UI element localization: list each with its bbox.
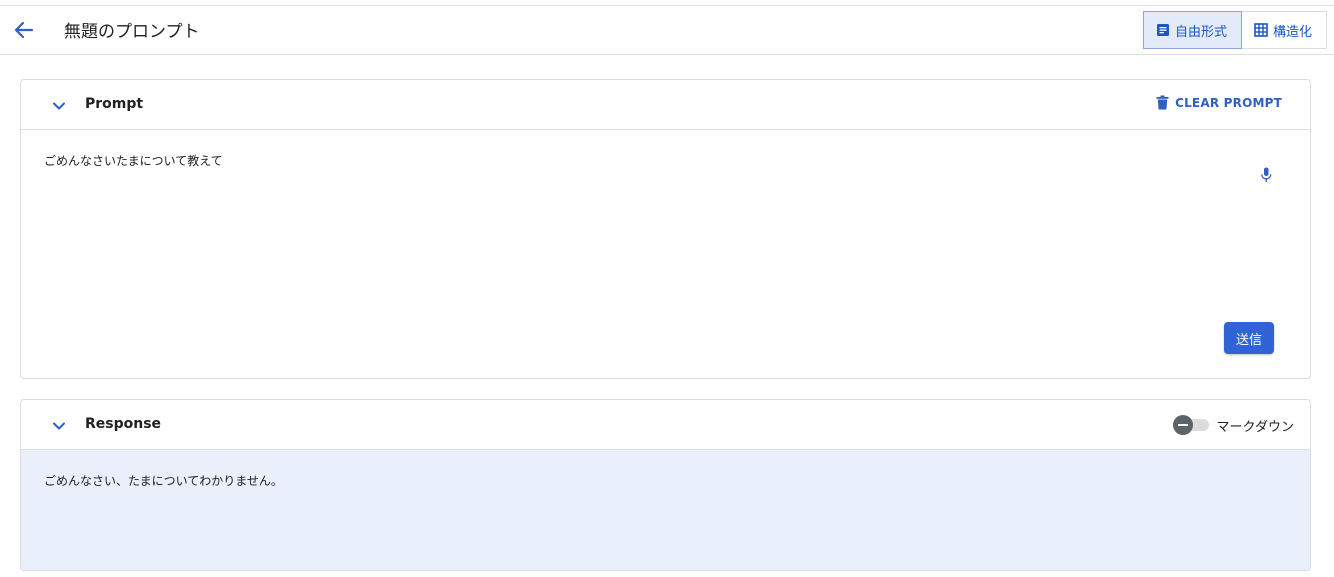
markdown-toggle[interactable]: マークダウン [1172, 415, 1294, 435]
microphone-icon [1261, 167, 1272, 182]
voice-input-button[interactable] [1258, 166, 1274, 184]
chevron-down-icon [53, 102, 65, 110]
clear-prompt-label: CLEAR PROMPT [1175, 95, 1282, 110]
prompt-card-header: Prompt CLEAR PROMPT [21, 80, 1310, 130]
trash-icon [1156, 95, 1169, 110]
response-output-area: ごめんなさい、たまについてわかりません。 [21, 450, 1310, 570]
prompt-text[interactable]: ごめんなさいたまについて教えて [44, 152, 223, 169]
response-card: Response マークダウン ごめんなさい、たまについてわかりません。 [20, 399, 1311, 571]
prompt-card: Prompt CLEAR PROMPT ごめんなさいたまについて教えて 送信 [20, 79, 1311, 379]
markdown-switch[interactable] [1172, 415, 1209, 435]
response-title: Response [85, 416, 162, 432]
prompt-title: Prompt [85, 96, 144, 112]
freeform-mode-label: 自由形式 [1175, 24, 1228, 40]
markdown-label: マークダウン [1216, 419, 1294, 435]
freeform-mode-button[interactable]: 自由形式 [1143, 11, 1242, 49]
document-icon [1157, 24, 1169, 36]
chevron-down-icon [53, 422, 65, 430]
send-button[interactable]: 送信 [1224, 322, 1274, 354]
structured-mode-label: 構造化 [1273, 24, 1313, 40]
page-title: 無題のプロンプト [64, 22, 200, 42]
clear-prompt-button[interactable]: CLEAR PROMPT [1156, 95, 1282, 110]
structured-mode-button[interactable]: 構造化 [1242, 11, 1327, 49]
app-header: 無題のプロンプト 自由形式 構造化 [0, 6, 1334, 55]
back-button[interactable] [10, 16, 38, 44]
arrow-back-icon [14, 21, 34, 39]
prompt-collapse-button[interactable] [49, 96, 69, 116]
response-collapse-button[interactable] [49, 416, 69, 436]
switch-thumb [1172, 415, 1193, 435]
mode-toggle: 自由形式 構造化 [1143, 11, 1327, 49]
response-card-header: Response マークダウン [21, 400, 1310, 450]
minus-icon [1177, 424, 1188, 426]
table-icon [1254, 23, 1268, 37]
prompt-input-area[interactable]: ごめんなさいたまについて教えて 送信 [21, 130, 1310, 378]
response-text: ごめんなさい、たまについてわかりません。 [44, 474, 283, 488]
